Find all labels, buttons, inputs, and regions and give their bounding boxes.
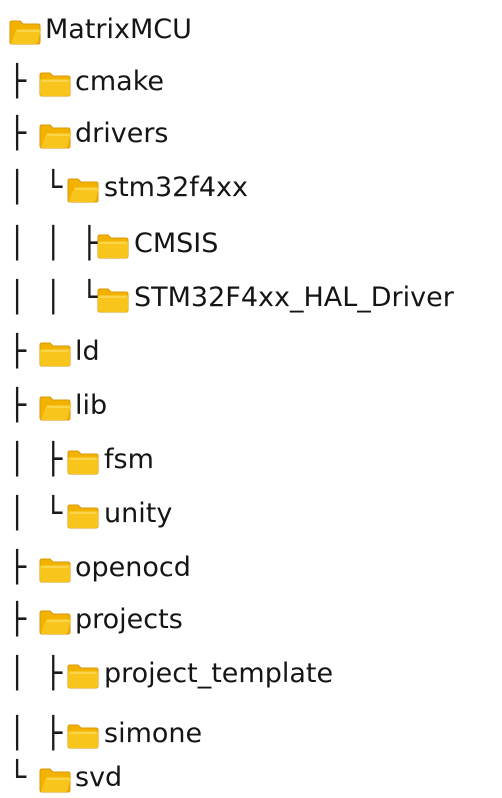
tree-item[interactable]: ├ ld xyxy=(0,332,502,372)
closed-folder-icon xyxy=(66,722,100,750)
tree-item[interactable]: │ │ └ STM32F4xx_HAL_Driver xyxy=(0,278,502,318)
tree-item-label: openocd xyxy=(75,552,191,583)
tree-item[interactable]: │ ├ simone xyxy=(0,714,502,754)
tree-item[interactable]: │ │ ├ CMSIS xyxy=(0,224,502,264)
tree-guide-lines: │ └ xyxy=(8,170,63,205)
tree-guide-lines: │ │ ├ xyxy=(8,226,99,261)
tree-guide-lines: ├ xyxy=(8,602,27,637)
tree-item-label: ld xyxy=(75,336,100,367)
tree-item[interactable]: ├ drivers xyxy=(0,114,502,154)
tree-item-label: CMSIS xyxy=(134,228,219,259)
tree-guide-lines: │ │ └ xyxy=(8,280,99,315)
closed-folder-icon xyxy=(38,340,72,368)
tree-guide-lines: ├ xyxy=(8,64,27,99)
tree-item[interactable]: ├ cmake xyxy=(0,62,502,102)
tree-guide-lines: ├ xyxy=(8,116,27,151)
tree-item-label: simone xyxy=(104,718,203,749)
open-folder-icon xyxy=(66,176,100,204)
tree-item-label: MatrixMCU xyxy=(45,14,192,45)
tree-item[interactable]: ├ lib xyxy=(0,386,502,426)
tree-guide-lines: ├ xyxy=(8,388,27,423)
tree-guide-lines: │ └ xyxy=(8,496,63,531)
tree-item[interactable]: └ svd xyxy=(0,758,502,798)
tree-item-label: svd xyxy=(75,762,123,793)
tree-item-label: stm32f4xx xyxy=(104,172,248,203)
tree-item-label: unity xyxy=(104,498,173,529)
tree-item[interactable]: │ ├ project_template xyxy=(0,654,502,694)
closed-folder-icon xyxy=(96,232,130,260)
open-folder-icon xyxy=(38,394,72,422)
tree-item-label: projects xyxy=(75,604,183,635)
closed-folder-icon xyxy=(66,502,100,530)
tree-item-label: cmake xyxy=(75,66,164,97)
tree-guide-lines: ├ xyxy=(8,550,27,585)
tree-guide-lines: │ ├ xyxy=(8,656,63,691)
tree-item[interactable]: ├ openocd xyxy=(0,548,502,588)
tree-item[interactable]: ├ projects xyxy=(0,600,502,640)
closed-folder-icon xyxy=(38,70,72,98)
tree-item[interactable]: │ ├ fsm xyxy=(0,440,502,480)
tree-item[interactable]: MatrixMCU xyxy=(0,10,502,50)
tree-item-label: STM32F4xx_HAL_Driver xyxy=(134,282,454,313)
tree-guide-lines: │ ├ xyxy=(8,716,63,751)
open-folder-icon xyxy=(38,766,72,794)
closed-folder-icon xyxy=(66,448,100,476)
open-folder-icon xyxy=(38,608,72,636)
tree-item-label: project_template xyxy=(104,658,334,689)
tree-item[interactable]: │ └ stm32f4xx xyxy=(0,168,502,208)
closed-folder-icon xyxy=(38,556,72,584)
open-folder-icon xyxy=(8,18,42,46)
tree-item-label: fsm xyxy=(104,444,154,475)
tree-item-label: drivers xyxy=(75,118,169,149)
open-folder-icon xyxy=(38,122,72,150)
closed-folder-icon xyxy=(96,286,130,314)
tree-item-label: lib xyxy=(75,390,108,421)
tree-guide-lines: └ xyxy=(8,760,27,795)
tree-item[interactable]: │ └ unity xyxy=(0,494,502,534)
tree-guide-lines: │ ├ xyxy=(8,442,63,477)
tree-guide-lines: ├ xyxy=(8,334,27,369)
closed-folder-icon xyxy=(66,662,100,690)
folder-tree: MatrixMCU ├ cmake ├ drivers │ └ stm32f4xx │ │ ├… xyxy=(0,0,502,795)
